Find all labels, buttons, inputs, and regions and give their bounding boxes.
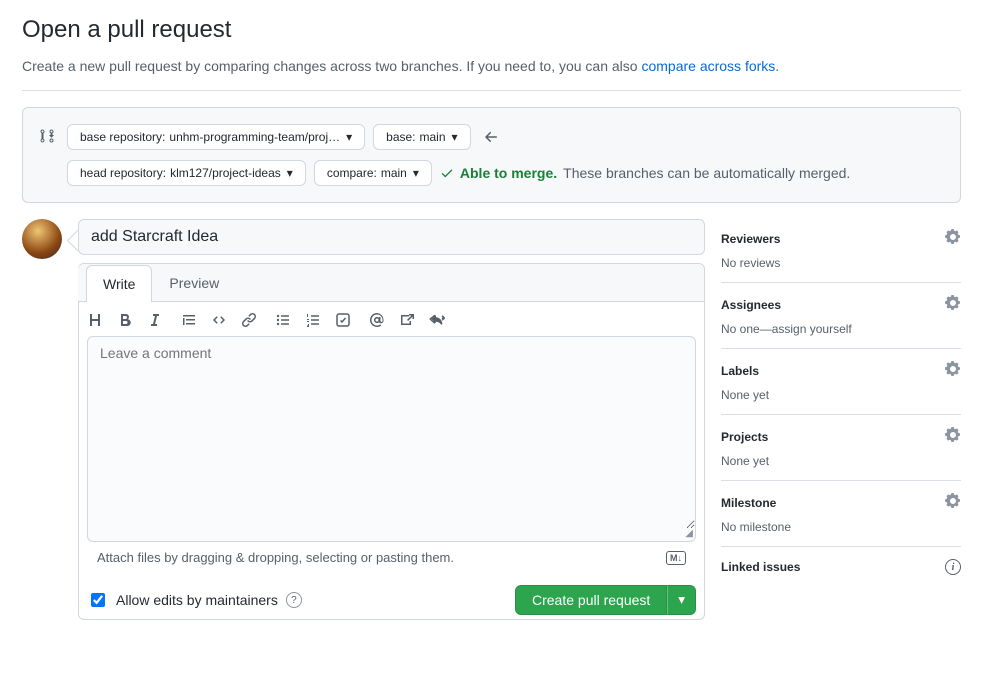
bold-button[interactable] [117, 312, 133, 328]
gear-icon[interactable] [945, 361, 961, 380]
quote-button[interactable] [181, 312, 197, 328]
unordered-list-button[interactable] [275, 312, 291, 328]
linked-issues-title: Linked issues [721, 560, 800, 574]
allow-edits-checkbox[interactable]: Allow edits by maintainers ? [87, 590, 302, 610]
assignees-body: No one—assign yourself [721, 322, 961, 336]
help-icon[interactable]: ? [286, 592, 302, 608]
tasklist-button[interactable] [335, 312, 351, 328]
check-icon [440, 166, 454, 180]
ordered-list-button[interactable] [305, 312, 321, 328]
sidebar: Reviewers No reviews Assignees No one—as… [721, 219, 961, 595]
link-button[interactable] [241, 312, 257, 328]
reviewers-title: Reviewers [721, 232, 780, 246]
compare-branch-select[interactable]: compare: main ▾ [314, 160, 432, 186]
cross-reference-button[interactable] [399, 312, 415, 328]
reviewers-body: No reviews [721, 256, 961, 270]
code-button[interactable] [211, 312, 227, 328]
labels-body: None yet [721, 388, 961, 402]
caret-down-icon: ▾ [678, 592, 685, 608]
caret-down-icon: ▾ [346, 130, 352, 144]
allow-edits-input[interactable] [91, 593, 105, 607]
base-branch-select[interactable]: base: main ▾ [373, 124, 470, 150]
pr-title-input[interactable] [78, 219, 705, 255]
assign-yourself-link[interactable]: assign yourself [772, 322, 852, 336]
head-repo-select[interactable]: head repository: klm127/project-ideas ▾ [67, 160, 306, 186]
reply-button[interactable] [429, 312, 445, 328]
resize-handle[interactable]: ◢ [685, 529, 695, 541]
markdown-icon[interactable]: M↓ [666, 551, 686, 565]
base-repo-select[interactable]: base repository: unhm-programming-team/p… [67, 124, 365, 150]
compare-icon [39, 128, 55, 147]
user-avatar[interactable] [22, 219, 62, 259]
create-pr-button[interactable]: Create pull request [515, 585, 667, 615]
assignees-title: Assignees [721, 298, 781, 312]
milestone-title: Milestone [721, 496, 776, 510]
attach-files-hint[interactable]: Attach files by dragging & dropping, sel… [97, 550, 454, 565]
milestone-body: No milestone [721, 520, 961, 534]
tab-preview[interactable]: Preview [152, 264, 236, 301]
markdown-toolbar [79, 302, 704, 336]
arrow-left-icon [479, 129, 503, 145]
create-pr-dropdown[interactable]: ▾ [667, 585, 696, 615]
gear-icon[interactable] [945, 493, 961, 512]
caret-down-icon: ▾ [452, 130, 458, 144]
page-subtitle: Create a new pull request by comparing c… [22, 58, 961, 74]
italic-button[interactable] [147, 312, 163, 328]
tab-write[interactable]: Write [86, 265, 152, 302]
gear-icon[interactable] [945, 295, 961, 314]
projects-body: None yet [721, 454, 961, 468]
merge-status: Able to merge. These branches can be aut… [440, 165, 850, 181]
caret-down-icon: ▾ [413, 166, 419, 180]
mention-button[interactable] [369, 312, 385, 328]
gear-icon[interactable] [945, 427, 961, 446]
caret-down-icon: ▾ [287, 166, 293, 180]
header-divider [22, 90, 961, 91]
info-icon[interactable]: i [945, 559, 961, 575]
projects-title: Projects [721, 430, 768, 444]
compare-forks-link[interactable]: compare across forks [641, 58, 775, 74]
page-title: Open a pull request [22, 16, 961, 44]
labels-title: Labels [721, 364, 759, 378]
range-editor: base repository: unhm-programming-team/p… [22, 107, 961, 203]
comment-textarea[interactable] [88, 337, 695, 529]
heading-button[interactable] [87, 312, 103, 328]
gear-icon[interactable] [945, 229, 961, 248]
